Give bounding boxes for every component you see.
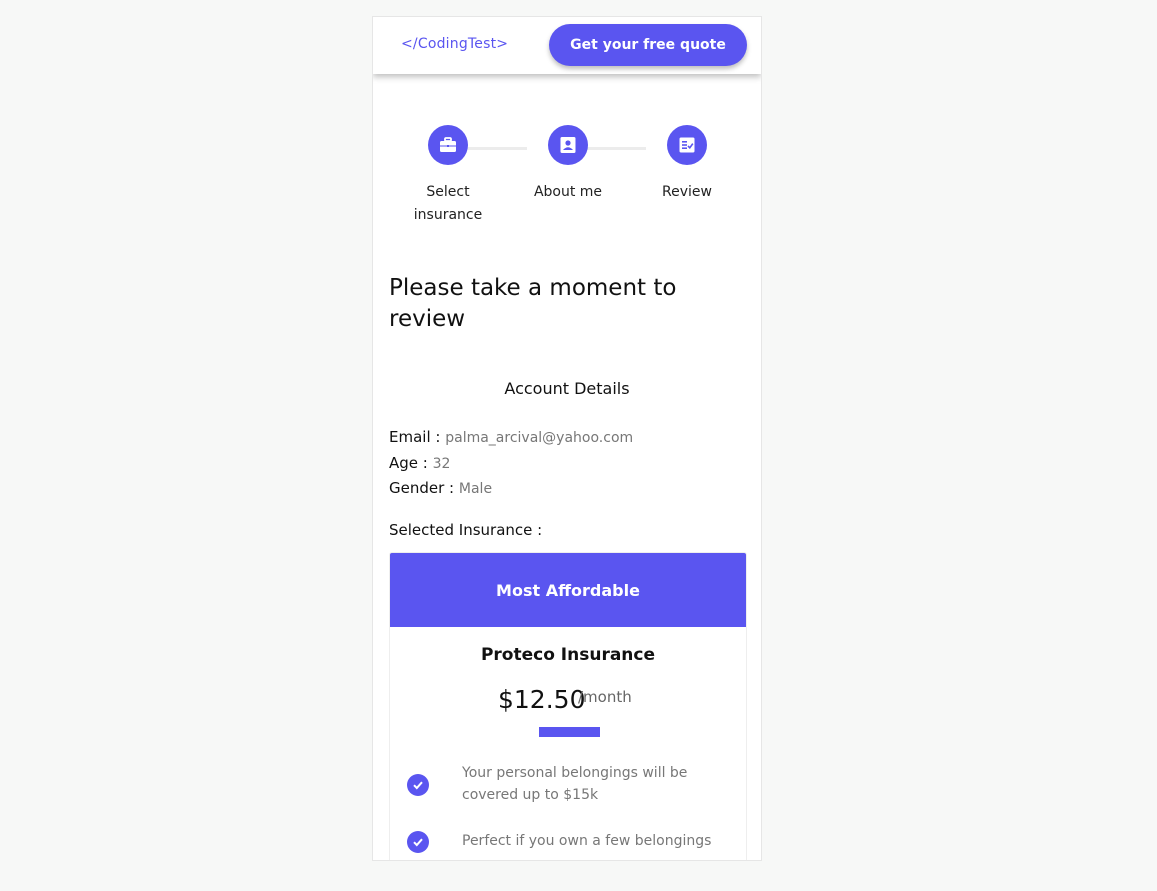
progress-stepper: Select insurance About me Review	[373, 125, 761, 245]
briefcase-icon	[440, 137, 456, 152]
price-period: /month	[578, 688, 632, 706]
check-icon	[407, 831, 429, 853]
badge-label: Most Affordable	[496, 580, 640, 600]
gender-label: Gender :	[389, 479, 455, 497]
provider-name: Proteco Insurance	[480, 645, 656, 665]
age-value: 32	[432, 456, 451, 472]
step-circle	[428, 125, 468, 165]
step-label: Select insurance	[413, 184, 483, 223]
page-title: Please take a moment to review	[389, 275, 677, 332]
email-row: Email : palma_arcival@yahoo.com	[389, 428, 633, 446]
brand-logo[interactable]: </CodingTest>	[401, 36, 508, 52]
selected-insurance-label: Selected Insurance :	[389, 521, 543, 539]
gender-row: Gender : Male	[389, 479, 492, 497]
check-icon	[407, 774, 429, 796]
card-badge: Most Affordable	[390, 553, 746, 627]
step-label: Review	[662, 184, 712, 200]
step-circle	[548, 125, 588, 165]
gender-value: Male	[458, 481, 493, 497]
step-select-insurance[interactable]: Select insurance	[398, 125, 498, 227]
top-bar: </CodingTest> Get your free quote	[373, 17, 761, 74]
age-row: Age : 32	[389, 454, 450, 472]
review-checklist-icon	[679, 137, 695, 153]
get-free-quote-button[interactable]: Get your free quote	[549, 24, 747, 66]
insurance-card: Most Affordable Proteco Insurance $12.50…	[389, 552, 747, 860]
contact-icon	[560, 137, 576, 153]
email-label: Email :	[389, 428, 441, 446]
feature-text: Perfect if you own a few belongings	[462, 833, 712, 849]
price-amount: $12.50	[498, 685, 586, 714]
app-frame: </CodingTest> Get your free quote Select…	[372, 16, 762, 861]
step-circle	[667, 125, 707, 165]
step-review[interactable]: Review	[637, 125, 737, 204]
step-label: About me	[533, 184, 603, 200]
email-value: palma_arcival@yahoo.com	[445, 430, 634, 446]
price-underline	[539, 727, 600, 737]
account-details-heading: Account Details	[504, 379, 630, 398]
step-about-me[interactable]: About me	[518, 125, 618, 204]
feature-text: Your personal belongings will be covered…	[462, 765, 688, 803]
age-label: Age :	[389, 454, 428, 472]
